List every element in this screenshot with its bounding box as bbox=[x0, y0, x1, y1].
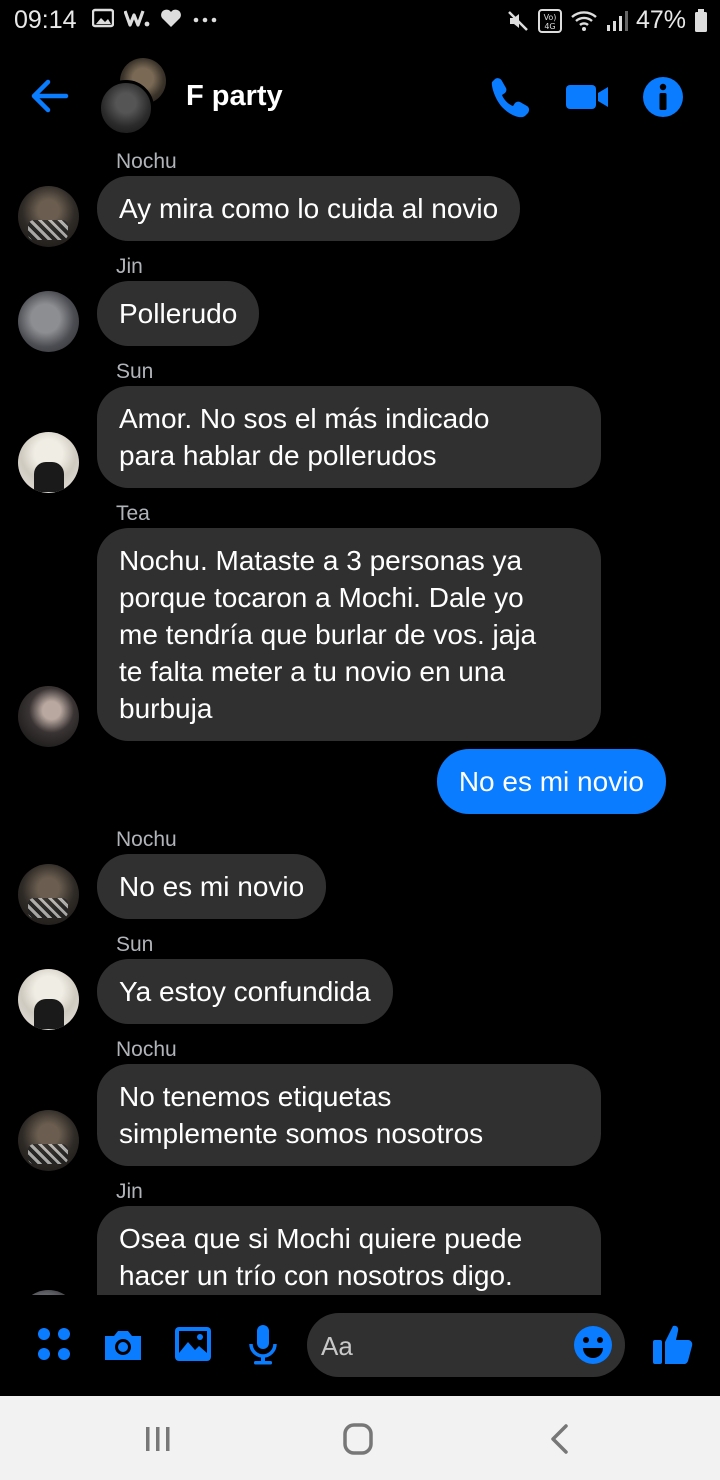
outgoing-message-bubble[interactable]: No es mi novio bbox=[436, 749, 666, 814]
sender-name: Sun bbox=[116, 360, 154, 383]
status-bar: 09:14 Vo) 4G 47% bbox=[0, 0, 720, 44]
svg-text:4G: 4G bbox=[544, 22, 555, 31]
group-avatar[interactable] bbox=[98, 58, 174, 136]
message-text: Pollerudo bbox=[119, 298, 238, 329]
recents-icon[interactable] bbox=[138, 1422, 178, 1456]
message-bubble[interactable]: No tenemos etiquetas simplemente somos n… bbox=[97, 1064, 601, 1166]
avatar[interactable] bbox=[18, 686, 79, 747]
message-bubble[interactable]: Amor. No sos el más indicado para hablar… bbox=[97, 386, 601, 488]
avatar[interactable] bbox=[18, 864, 79, 925]
camera-icon[interactable] bbox=[101, 1322, 145, 1366]
sender-name: Jin bbox=[116, 255, 143, 278]
conversation-title[interactable]: F party bbox=[186, 80, 283, 113]
video-icon[interactable] bbox=[564, 74, 610, 120]
conversation-header: F party bbox=[0, 58, 720, 138]
system-navigation-bar bbox=[0, 1396, 720, 1480]
status-time: 09:14 bbox=[14, 6, 77, 34]
gallery-icon[interactable] bbox=[171, 1322, 215, 1366]
message-bubble[interactable]: Ay mira como lo cuida al novio bbox=[97, 176, 521, 241]
message-text: No es mi novio bbox=[458, 766, 644, 797]
message-text: hacer un trío con nosotros digo. bbox=[119, 1260, 513, 1291]
more-icon bbox=[193, 17, 217, 23]
message-text: te falta meter a tu novio en una bbox=[119, 656, 506, 687]
info-icon[interactable] bbox=[640, 74, 686, 120]
message-text: simplemente somos nosotros bbox=[119, 1118, 484, 1149]
avatar[interactable] bbox=[18, 186, 79, 247]
message-input-placeholder: Aa bbox=[321, 1331, 353, 1361]
wifi-icon bbox=[571, 10, 597, 31]
group-avatar-member-2 bbox=[98, 80, 154, 136]
message-text: Ya estoy confundida bbox=[119, 976, 371, 1007]
message-text: No tenemos etiquetas bbox=[119, 1081, 392, 1112]
sender-name: Tea bbox=[116, 502, 150, 525]
back-icon[interactable] bbox=[540, 1422, 580, 1456]
sender-name: Nochu bbox=[116, 1038, 177, 1061]
avatar[interactable] bbox=[18, 1290, 79, 1295]
message-composer: Aa bbox=[0, 1300, 720, 1395]
sender-name: Sun bbox=[116, 933, 154, 956]
heart-icon bbox=[161, 9, 181, 27]
message-bubble[interactable]: Pollerudo bbox=[97, 281, 260, 346]
avatar[interactable] bbox=[18, 291, 79, 352]
image-icon bbox=[92, 8, 114, 28]
avatar[interactable] bbox=[18, 1110, 79, 1171]
message-bubble[interactable]: Nochu. Mataste a 3 personas ya porque to… bbox=[97, 528, 601, 741]
sender-name: Nochu bbox=[116, 150, 177, 173]
emoji-icon[interactable] bbox=[573, 1325, 613, 1365]
message-text: porque tocaron a Mochi. Dale yo bbox=[119, 582, 524, 613]
avatar[interactable] bbox=[18, 969, 79, 1030]
volte-icon: Vo)4G bbox=[537, 8, 562, 33]
sender-name: Jin bbox=[116, 1180, 143, 1203]
message-text: Nochu. Mataste a 3 personas ya bbox=[119, 545, 523, 576]
message-thread[interactable]: Nochu Ay mira como lo cuida al novio Jin… bbox=[0, 140, 720, 1295]
avatar[interactable] bbox=[18, 432, 79, 493]
like-icon[interactable] bbox=[651, 1322, 693, 1366]
battery-icon bbox=[695, 8, 707, 32]
signal-icon bbox=[606, 10, 628, 31]
message-bubble[interactable]: Osea que si Mochi quiere puede hacer un … bbox=[97, 1206, 601, 1295]
message-text: Amor. No sos el más indicado bbox=[119, 403, 490, 434]
home-icon[interactable] bbox=[338, 1422, 378, 1456]
message-input[interactable]: Aa bbox=[307, 1313, 625, 1377]
w-icon bbox=[124, 10, 150, 27]
battery-percent: 47% bbox=[635, 6, 686, 34]
message-text: me tendría que burlar de vos. jaja bbox=[119, 619, 537, 650]
message-text: para hablar de pollerudos bbox=[119, 440, 437, 471]
message-bubble[interactable]: No es mi novio bbox=[97, 854, 327, 919]
message-text: Osea que si Mochi quiere puede bbox=[119, 1223, 523, 1254]
message-text: Ay mira como lo cuida al novio bbox=[119, 193, 499, 224]
mic-icon[interactable] bbox=[241, 1322, 285, 1366]
apps-icon[interactable] bbox=[32, 1322, 76, 1366]
mute-icon bbox=[508, 10, 528, 31]
sender-name: Nochu bbox=[116, 828, 177, 851]
phone-icon[interactable] bbox=[486, 74, 532, 120]
message-text: burbuja bbox=[119, 693, 213, 724]
back-arrow-icon[interactable] bbox=[28, 76, 72, 116]
message-text: No es mi novio bbox=[119, 871, 305, 902]
message-bubble[interactable]: Ya estoy confundida bbox=[97, 959, 393, 1024]
svg-text:Vo): Vo) bbox=[544, 13, 557, 22]
